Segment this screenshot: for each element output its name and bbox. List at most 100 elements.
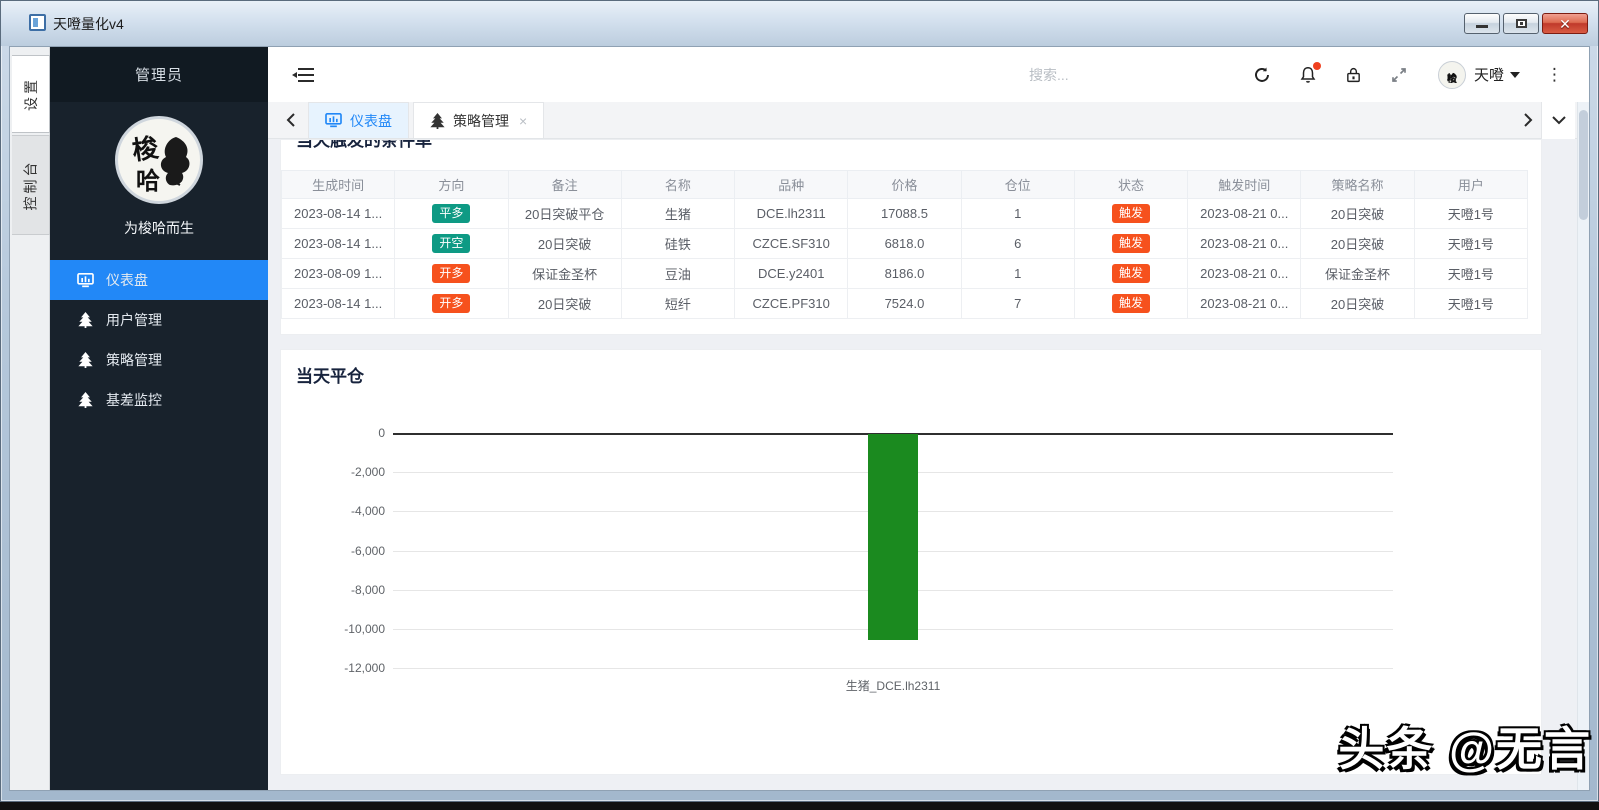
table-cell: DCE.lh2311 — [734, 198, 849, 229]
table-cell: 豆油 — [620, 258, 736, 289]
user-avatar[interactable]: 梭哈 — [1437, 60, 1466, 89]
table-cell: 2023-08-21 0... — [1187, 228, 1302, 259]
orders-section-title: 当天触发的条件单 — [296, 139, 432, 150]
avatar: 梭 哈 — [115, 116, 203, 204]
sidebar-item-3[interactable]: 基差监控 — [50, 380, 268, 420]
tabs-scroll-left-icon[interactable] — [278, 102, 304, 138]
sidebar-item-1[interactable]: 用户管理 — [50, 300, 268, 340]
orders-column-header: 策略名称 — [1300, 170, 1415, 199]
y-tick-label: -12,000 — [344, 661, 385, 675]
orders-column-header: 生成时间 — [281, 170, 396, 199]
sidebar-menu: 仪表盘 用户管理 策略管理 基差监控 — [50, 260, 268, 420]
sidebar-item-2[interactable]: 策略管理 — [50, 340, 268, 380]
table-cell: 开空 — [394, 228, 509, 259]
more-options-icon[interactable]: ⋮ — [1546, 66, 1563, 83]
maximize-button[interactable] — [1503, 13, 1539, 34]
title-bar: 天噔量化v4 ✕ — [1, 1, 1598, 46]
y-tick-label: 0 — [378, 426, 385, 440]
tree-icon — [430, 112, 445, 129]
page-tab-0[interactable]: 仪表盘 — [308, 102, 409, 138]
table-cell: 7524.0 — [847, 288, 962, 319]
side-tab-1[interactable]: 控制台 — [12, 135, 50, 235]
table-row-1: 2023-08-14 1... 开空 20日突破 硅铁 CZCE.SF310 6818.0… — [281, 228, 1529, 259]
dashboard-icon — [325, 113, 342, 128]
table-cell: 1 — [960, 258, 1075, 289]
user-menu[interactable]: 天噔 — [1474, 64, 1520, 85]
table-cell: 触发 — [1073, 258, 1189, 289]
status-badge: 触发 — [1111, 203, 1150, 224]
chart-y-axis: 0 -2,000 -4,000 -6,000 -8,000 -10,000 -12,000 — [281, 426, 393, 675]
chart-bar — [868, 434, 918, 640]
table-cell: CZCE.PF310 — [734, 288, 849, 319]
sidebar-item-label: 基差监控 — [106, 392, 162, 408]
table-row-3: 2023-08-14 1... 开多 20日突破 短纤 CZCE.PF310 7524.0… — [281, 288, 1529, 319]
sidebar-role-header: 管理员 — [50, 47, 268, 102]
top-navbar: 梭哈 天噔 ⋮ — [268, 47, 1589, 102]
table-cell: 天噔1号 — [1413, 258, 1529, 289]
status-badge: 触发 — [1111, 233, 1150, 254]
table-cell: 20日突破平仓 — [507, 198, 622, 229]
app-window: 天噔量化v4 ✕ 设置 控制台 管理员 梭 哈 为梭哈而生 仪表盘 用户管理 策… — [0, 0, 1599, 802]
sidebar-fold-icon[interactable] — [292, 67, 314, 83]
tabs-scroll-right-icon[interactable] — [1515, 113, 1541, 127]
table-cell: 20日突破 — [1300, 198, 1415, 229]
side-tab-label: 控制台 — [22, 159, 39, 211]
table-cell: 2023-08-14 1... — [281, 228, 396, 259]
table-cell: 6818.0 — [847, 228, 962, 259]
table-cell: 2023-08-14 1... — [281, 198, 396, 229]
tabs-dropdown-icon[interactable] — [1541, 101, 1575, 139]
vertical-scrollbar[interactable] — [1577, 102, 1589, 790]
window-controls: ✕ — [1461, 13, 1588, 34]
table-cell: 7 — [960, 288, 1075, 319]
gridline — [393, 668, 1393, 669]
side-tab-label: 设置 — [22, 77, 39, 111]
bird-ink-icon — [160, 137, 190, 186]
table-cell: 1 — [960, 198, 1075, 229]
table-cell: 触发 — [1073, 198, 1189, 229]
x-category-label: 生猪_DCE.lh2311 — [845, 679, 941, 693]
table-cell: 硅铁 — [620, 228, 736, 259]
dashboard-icon — [76, 272, 94, 287]
orders-column-header: 状态 — [1073, 170, 1189, 199]
sidebar-item-0[interactable]: 仪表盘 — [50, 260, 268, 300]
chart-x-axis: 生猪_DCE.lh2311 — [393, 677, 1393, 694]
table-row-2: 2023-08-09 1... 开多 保证金圣杯 豆油 DCE.y2401 8186.0 1… — [281, 258, 1529, 289]
table-cell: CZCE.SF310 — [734, 228, 849, 259]
orders-column-header: 触发时间 — [1187, 170, 1302, 199]
table-cell: 保证金圣杯 — [507, 258, 622, 289]
app-icon — [29, 14, 46, 31]
bar-chart: 0 -2,000 -4,000 -6,000 -8,000 -10,000 -12,000 — [281, 426, 1541, 675]
scrollbar-thumb[interactable] — [1579, 110, 1588, 220]
minimize-icon — [1476, 25, 1488, 28]
minimize-button[interactable] — [1464, 13, 1500, 34]
refresh-icon[interactable] — [1253, 66, 1271, 84]
fullscreen-icon[interactable] — [1390, 66, 1408, 84]
orders-column-header: 名称 — [620, 170, 736, 199]
table-cell: 天噔1号 — [1413, 198, 1529, 229]
watermark: 头条 @无言 — [1338, 723, 1592, 775]
tab-close-icon[interactable]: × — [519, 113, 527, 129]
direction-badge: 开空 — [432, 233, 471, 254]
side-tab-0[interactable]: 设置 — [12, 55, 50, 133]
side-tab-strip: 设置 控制台 — [10, 47, 50, 790]
page-tab-label: 仪表盘 — [350, 112, 392, 129]
table-cell: 2023-08-21 0... — [1187, 198, 1302, 229]
lock-icon[interactable] — [1345, 66, 1362, 84]
table-cell: 触发 — [1073, 288, 1189, 319]
tree-icon — [77, 312, 93, 328]
table-cell: 20日突破 — [507, 288, 622, 319]
bell-icon[interactable] — [1299, 62, 1321, 84]
tree-icon — [77, 392, 93, 408]
table-cell: 2023-08-21 0... — [1187, 258, 1302, 289]
y-tick-label: -8,000 — [350, 582, 385, 597]
table-cell: 生猪 — [620, 198, 736, 229]
close-button[interactable]: ✕ — [1542, 13, 1588, 34]
sidebar-item-label: 用户管理 — [106, 312, 162, 328]
orders-column-header: 品种 — [734, 170, 849, 199]
window-title: 天噔量化v4 — [53, 16, 124, 32]
table-cell: 触发 — [1073, 228, 1189, 259]
search-input[interactable] — [1028, 66, 1179, 83]
y-tick-label: -10,000 — [344, 621, 385, 636]
table-cell: 平多 — [394, 198, 509, 229]
page-tab-1[interactable]: 策略管理 × — [413, 102, 545, 138]
